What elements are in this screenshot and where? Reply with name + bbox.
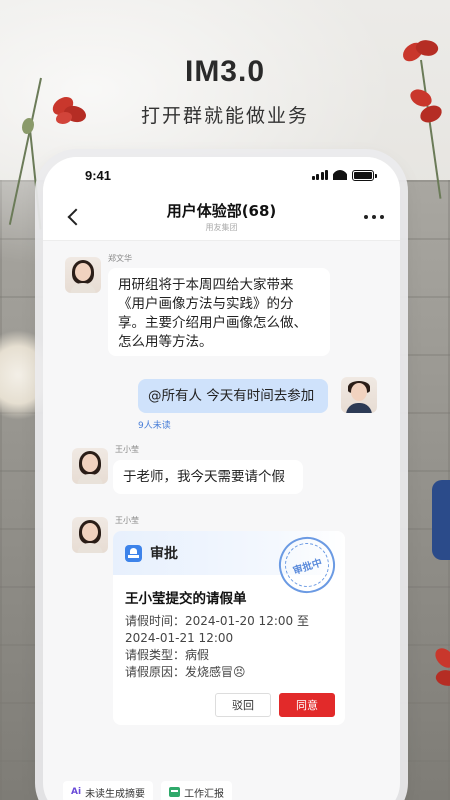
promo-subline: 打开群就能做业务: [140, 105, 309, 127]
chat-title[interactable]: 用户体验部(68): [167, 200, 277, 221]
approval-field-leave-type: 请假类型：病假: [125, 648, 210, 662]
summary-chip[interactable]: Ai 未读生成摘要: [63, 781, 154, 800]
flower-decoration-bottom-right: [430, 640, 450, 700]
quick-actions: Ai 未读生成摘要 工作汇报: [63, 781, 233, 800]
unread-count-link[interactable]: 9人未读: [138, 418, 171, 431]
my-avatar[interactable]: [341, 377, 377, 413]
message-bubble[interactable]: 于老师，我今天需要请个假: [113, 460, 303, 494]
chat-subtitle: 用友集团: [205, 223, 238, 232]
ai-icon: Ai: [71, 787, 82, 797]
my-message-bubble[interactable]: @所有人 今天有时间去参加: [138, 379, 328, 413]
chip-label: 工作汇报: [184, 788, 225, 800]
vase-decoration: [432, 480, 450, 560]
chip-label: 未读生成摘要: [85, 788, 146, 800]
sender-name: 郑文华: [108, 254, 132, 263]
avatar[interactable]: [72, 517, 108, 553]
sender-name: 王小莹: [115, 445, 139, 454]
approval-label: 审批: [150, 546, 178, 562]
back-icon[interactable]: [67, 207, 79, 227]
approval-card[interactable]: 审批 审批中 王小莹提交的请假单 请假时间：2024-01-20 12:00 至…: [113, 531, 345, 725]
approval-field-leave-reason: 请假原因：发烧感冒😣: [125, 665, 246, 679]
phone-mockup: 9:41 用户体验部(68) 用友集团 郑文华 用研组将于本周四给大家带来《用户…: [43, 157, 400, 800]
message-bubble[interactable]: 用研组将于本周四给大家带来《用户画像方法与实践》的分享。主要介绍用户画像怎么做、…: [108, 268, 330, 356]
signal-icon: [311, 170, 328, 180]
work-report-chip[interactable]: 工作汇报: [161, 781, 233, 800]
status-icons: [311, 169, 377, 181]
status-bar: 9:41: [43, 157, 400, 193]
reject-button[interactable]: 驳回: [215, 693, 271, 717]
wifi-icon: [333, 170, 347, 180]
battery-icon: [352, 169, 377, 181]
approval-field-leave-time: 请假时间：2024-01-20 12:00 至: [125, 614, 309, 628]
more-icon[interactable]: [360, 211, 388, 223]
approval-icon: [125, 544, 142, 562]
chat-header: 用户体验部(68) 用友集团: [43, 193, 400, 241]
report-icon: [169, 787, 181, 797]
promo-headline: IM3.0: [184, 55, 266, 88]
message-list[interactable]: 郑文华 用研组将于本周四给大家带来《用户画像方法与实践》的分享。主要介绍用户画像…: [43, 241, 400, 800]
sender-name: 王小莹: [115, 516, 139, 525]
status-time: 9:41: [85, 167, 112, 183]
avatar[interactable]: [65, 257, 101, 293]
avatar[interactable]: [72, 448, 108, 484]
approve-button[interactable]: 同意: [279, 693, 335, 717]
approval-field-leave-time-end: 2024-01-21 12:00: [125, 631, 234, 645]
stamp-text: 审批中: [291, 557, 324, 577]
